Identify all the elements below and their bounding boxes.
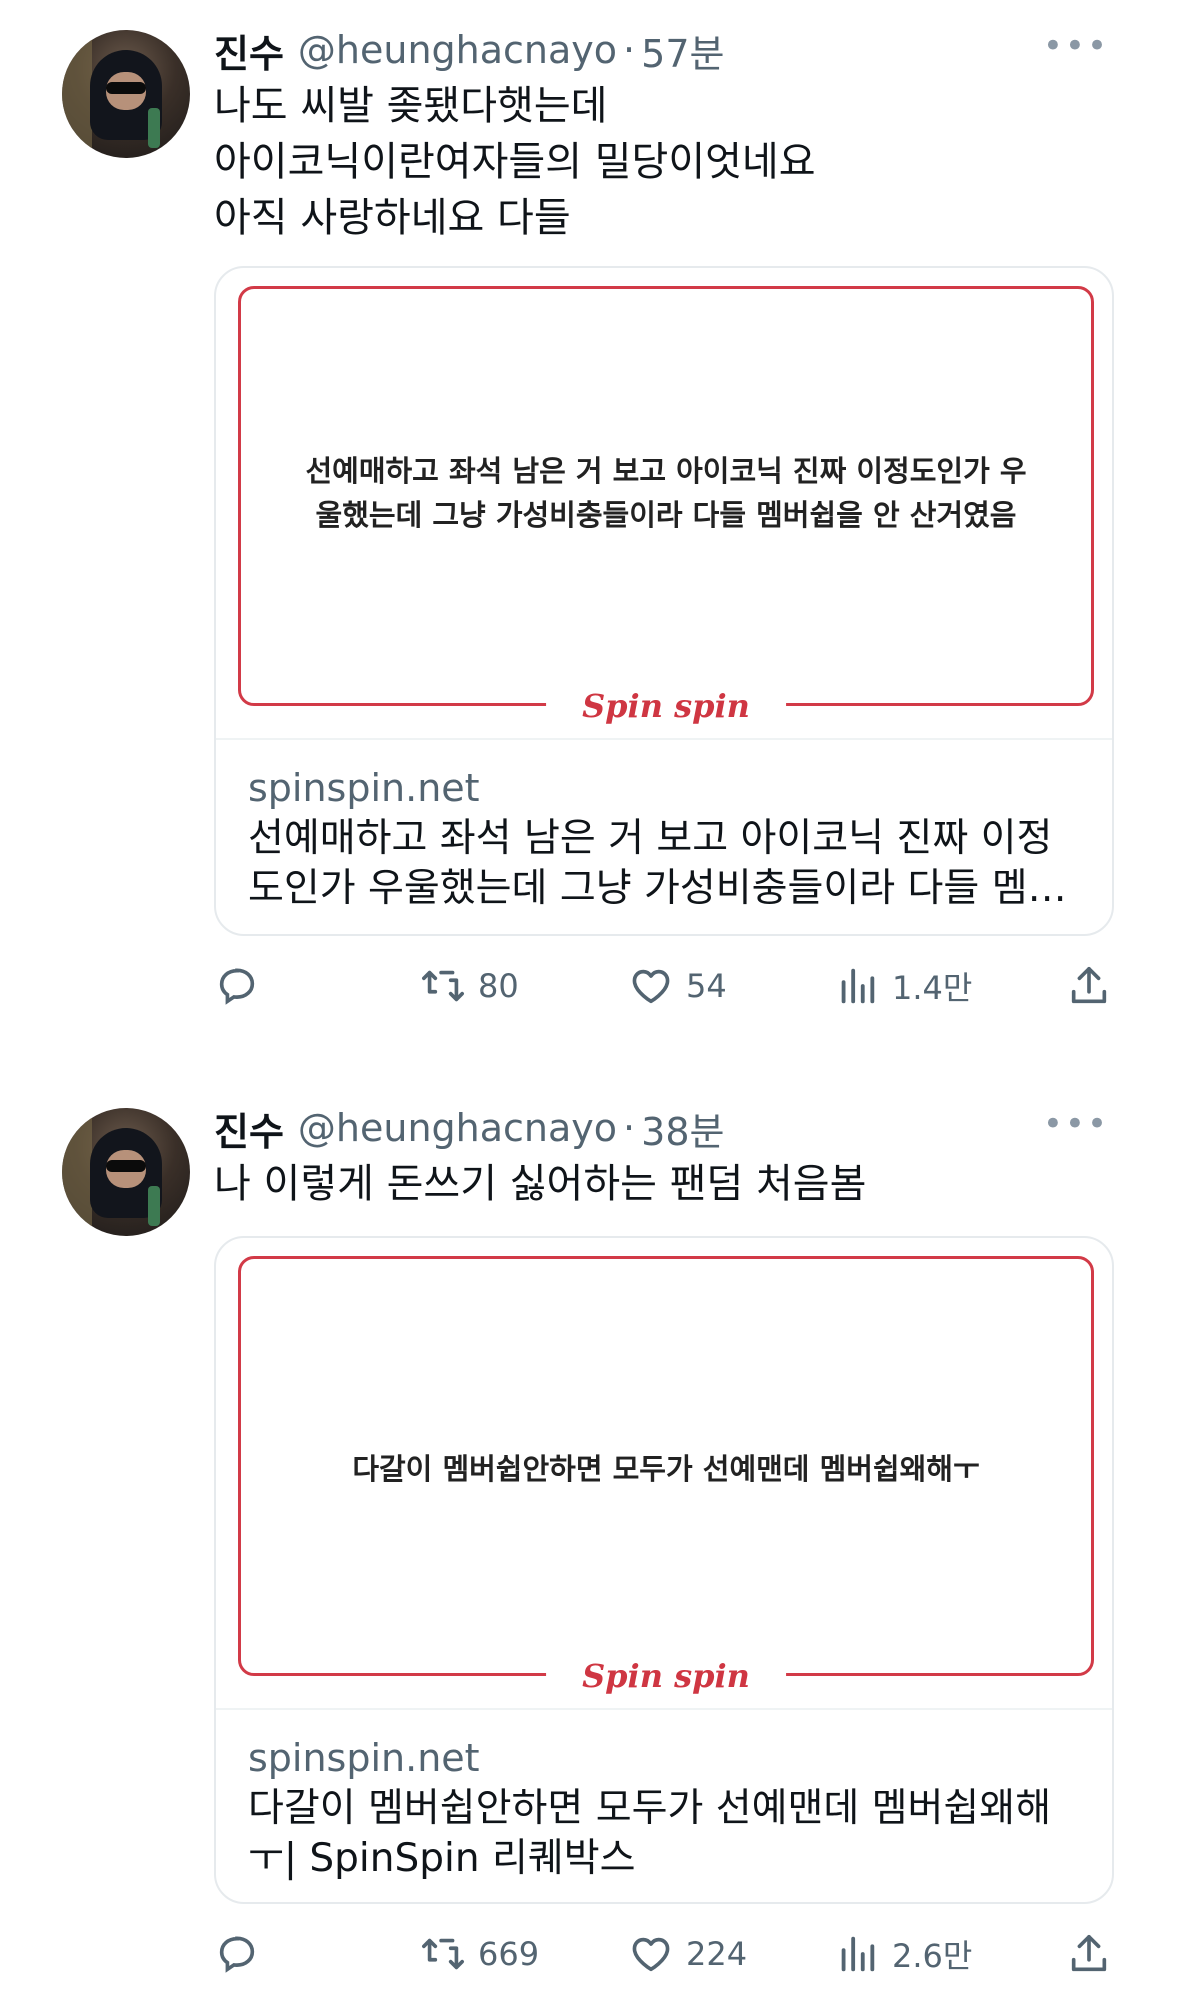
spinspin-logo: Spin spin [546, 1657, 786, 1695]
retweet-icon [422, 1938, 464, 1970]
heart-icon [632, 969, 670, 1004]
views-button[interactable]: 2.6만 [834, 1924, 972, 1984]
card-image-text: 울했는데 그냥 가성비충들이라 다들 멤버쉽을 안 산거였음 [315, 498, 1017, 532]
reply-button[interactable] [214, 1924, 272, 1984]
display-name[interactable]: 진수 [214, 1101, 284, 1156]
card-frame: 선예매하고 좌석 남은 거 보고 아이코닉 진짜 이정도인가 우 울했는데 그냥… [238, 286, 1094, 725]
user-handle[interactable]: @heunghacnayo [298, 1106, 617, 1150]
tweet-actions: 80 54 1.4만 [214, 956, 1114, 1016]
share-button[interactable] [1066, 956, 1124, 1016]
tweet-header: 진수 @heunghacnayo · 57분 [214, 24, 724, 76]
views-icon [841, 968, 875, 1004]
retweet-button[interactable]: 80 [420, 956, 519, 1016]
tweet-text: 나도 씨발 좆됐다햇는데 아이코닉이란여자들의 밀당이엇네요 아직 사랑하네요 … [214, 78, 816, 246]
user-handle[interactable]: @heunghacnayo [298, 28, 617, 72]
retweet-button[interactable]: 669 [420, 1924, 539, 1984]
heart-icon [632, 1937, 670, 1972]
timestamp[interactable]: 38분 [641, 1101, 724, 1156]
avatar[interactable] [62, 30, 190, 158]
retweet-count: 80 [478, 967, 519, 1005]
views-button[interactable]: 1.4만 [834, 956, 972, 1016]
tweet-text-line: 나도 씨발 좆됐다햇는데 [214, 83, 608, 129]
tweet-text: 나 이렇게 돈쓰기 싫어하는 팬덤 처음봄 [214, 1156, 866, 1212]
share-icon [1071, 966, 1107, 1004]
tweet-actions: 669 224 2.6만 [214, 1924, 1114, 1984]
card-image-text: 선예매하고 좌석 남은 거 보고 아이코닉 진짜 이정도인가 우 [305, 454, 1027, 488]
card-domain: spinspin.net [248, 1736, 480, 1780]
like-count: 224 [686, 1935, 748, 1973]
card-title: 다갈이 멤버쉽안하면 모두가 선예맨데 멤버쉽왜해 ㅜ| SpinSpin 리퀘… [248, 1784, 1080, 1884]
views-count: 1.4만 [892, 969, 973, 1007]
card-domain: spinspin.net [248, 766, 480, 810]
tweet-text-line: 아직 사랑하네요 다들 [214, 195, 571, 241]
card-image-text: 다갈이 멤버쉽안하면 모두가 선예맨데 멤버쉽왜해ㅜ [352, 1452, 980, 1486]
tweet-header: 진수 @heunghacnayo · 38분 [214, 1102, 724, 1154]
card-image[interactable]: 다갈이 멤버쉽안하면 모두가 선예맨데 멤버쉽왜해ㅜ Spin spin [216, 1238, 1112, 1710]
like-count: 54 [686, 967, 727, 1005]
avatar[interactable] [62, 1108, 190, 1236]
link-card[interactable]: 선예매하고 좌석 남은 거 보고 아이코닉 진짜 이정도인가 우 울했는데 그냥… [214, 266, 1114, 936]
retweet-count: 669 [478, 1935, 540, 1973]
share-icon [1071, 1934, 1107, 1972]
separator: · [623, 28, 636, 72]
card-title-line: ㅜ| SpinSpin 리퀘박스 [248, 1836, 636, 1881]
card-image[interactable]: 선예매하고 좌석 남은 거 보고 아이코닉 진짜 이정도인가 우 울했는데 그냥… [216, 268, 1112, 740]
card-title: 선예매하고 좌석 남은 거 보고 아이코닉 진짜 이정 도인가 우울했는데 그냥… [248, 814, 1080, 914]
more-options-icon[interactable]: ••• [1043, 1104, 1109, 1156]
display-name[interactable]: 진수 [214, 23, 284, 78]
separator: · [623, 1106, 636, 1150]
more-options-icon[interactable]: ••• [1043, 26, 1109, 78]
tweet-text-line: 아이코닉이란여자들의 밀당이엇네요 [214, 139, 816, 185]
like-button[interactable]: 224 [628, 1924, 747, 1984]
reply-icon [219, 968, 255, 1005]
reply-icon [219, 1936, 255, 1973]
link-card[interactable]: 다갈이 멤버쉽안하면 모두가 선예맨데 멤버쉽왜해ㅜ Spin spin spi… [214, 1236, 1114, 1904]
card-title-line: 다갈이 멤버쉽안하면 모두가 선예맨데 멤버쉽왜해 [248, 1786, 1052, 1831]
card-title-line: 도인가 우울했는데 그냥 가성비충들이라 다들 멤… [248, 866, 1067, 911]
reply-button[interactable] [214, 956, 272, 1016]
views-count: 2.6만 [892, 1937, 973, 1975]
card-title-line: 선예매하고 좌석 남은 거 보고 아이코닉 진짜 이정 [248, 816, 1053, 861]
retweet-icon [422, 970, 464, 1002]
spinspin-logo: Spin spin [546, 687, 786, 725]
views-icon [841, 1936, 875, 1972]
tweet-text-line: 나 이렇게 돈쓰기 싫어하는 팬덤 처음봄 [214, 1161, 867, 1207]
timestamp[interactable]: 57분 [641, 23, 724, 78]
card-frame: 다갈이 멤버쉽안하면 모두가 선예맨데 멤버쉽왜해ㅜ Spin spin [238, 1256, 1094, 1695]
share-button[interactable] [1066, 1924, 1124, 1984]
like-button[interactable]: 54 [628, 956, 727, 1016]
